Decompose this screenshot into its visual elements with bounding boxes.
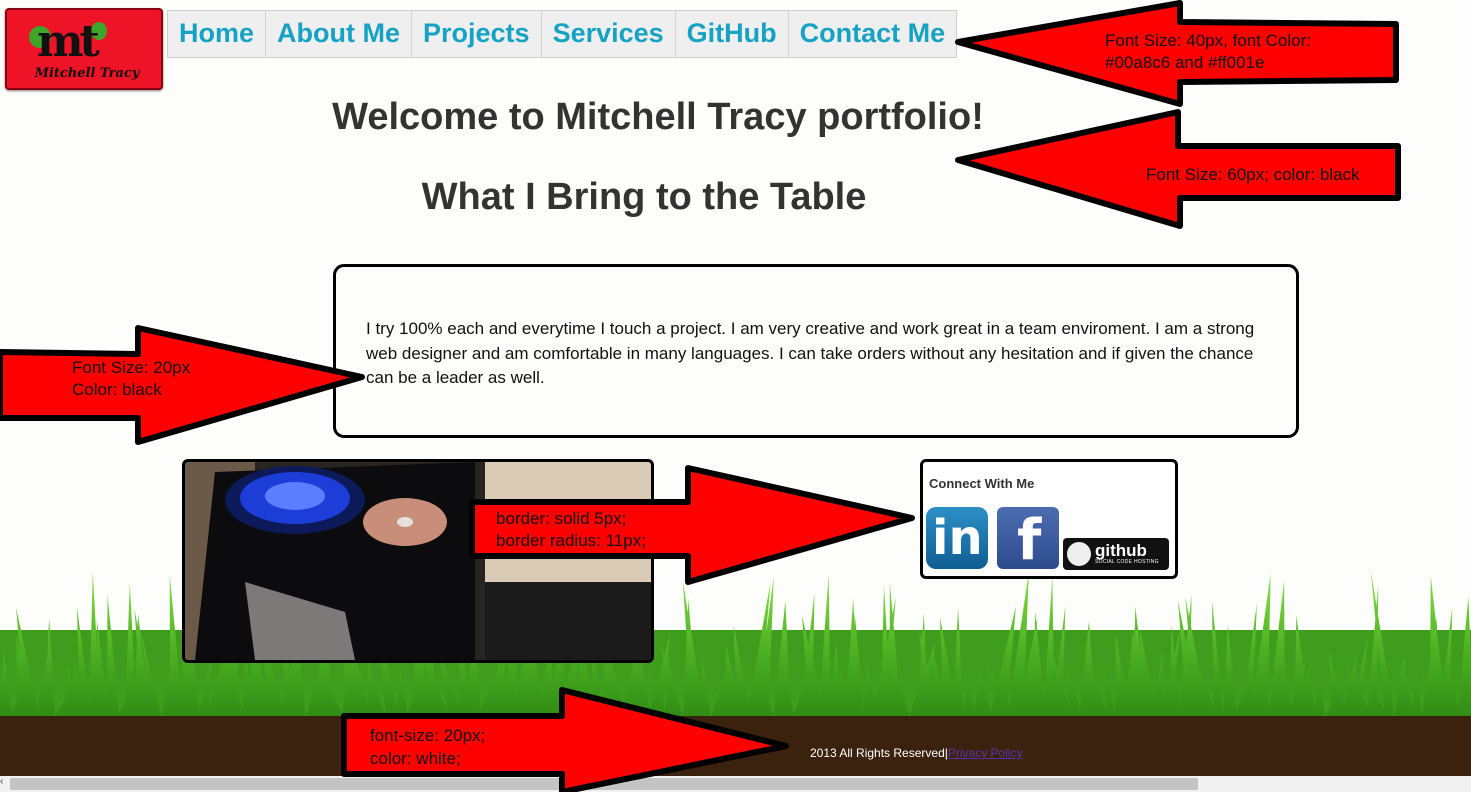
annotation-arrows bbox=[0, 0, 1401, 792]
annotation-about-line1: Font Size: 20px bbox=[72, 358, 191, 377]
annotation-footer-line1: font-size: 20px; bbox=[370, 726, 486, 745]
annotation-nav-line2: #00a8c6 and #ff001e bbox=[1105, 53, 1265, 72]
annotation-heading: Font Size: 60px; color: black bbox=[1146, 165, 1360, 184]
annotation-border-line2: border radius: 11px; bbox=[496, 531, 646, 550]
annotation-about-line2: Color: black bbox=[72, 380, 162, 399]
annotation-nav-line1: Font Size: 40px, font Color: bbox=[1105, 31, 1311, 50]
annotation-footer-line2: color: white; bbox=[370, 749, 461, 768]
annotation-arrow-about bbox=[0, 325, 365, 445]
annotation-border-line1: border: solid 5px; bbox=[496, 509, 627, 528]
